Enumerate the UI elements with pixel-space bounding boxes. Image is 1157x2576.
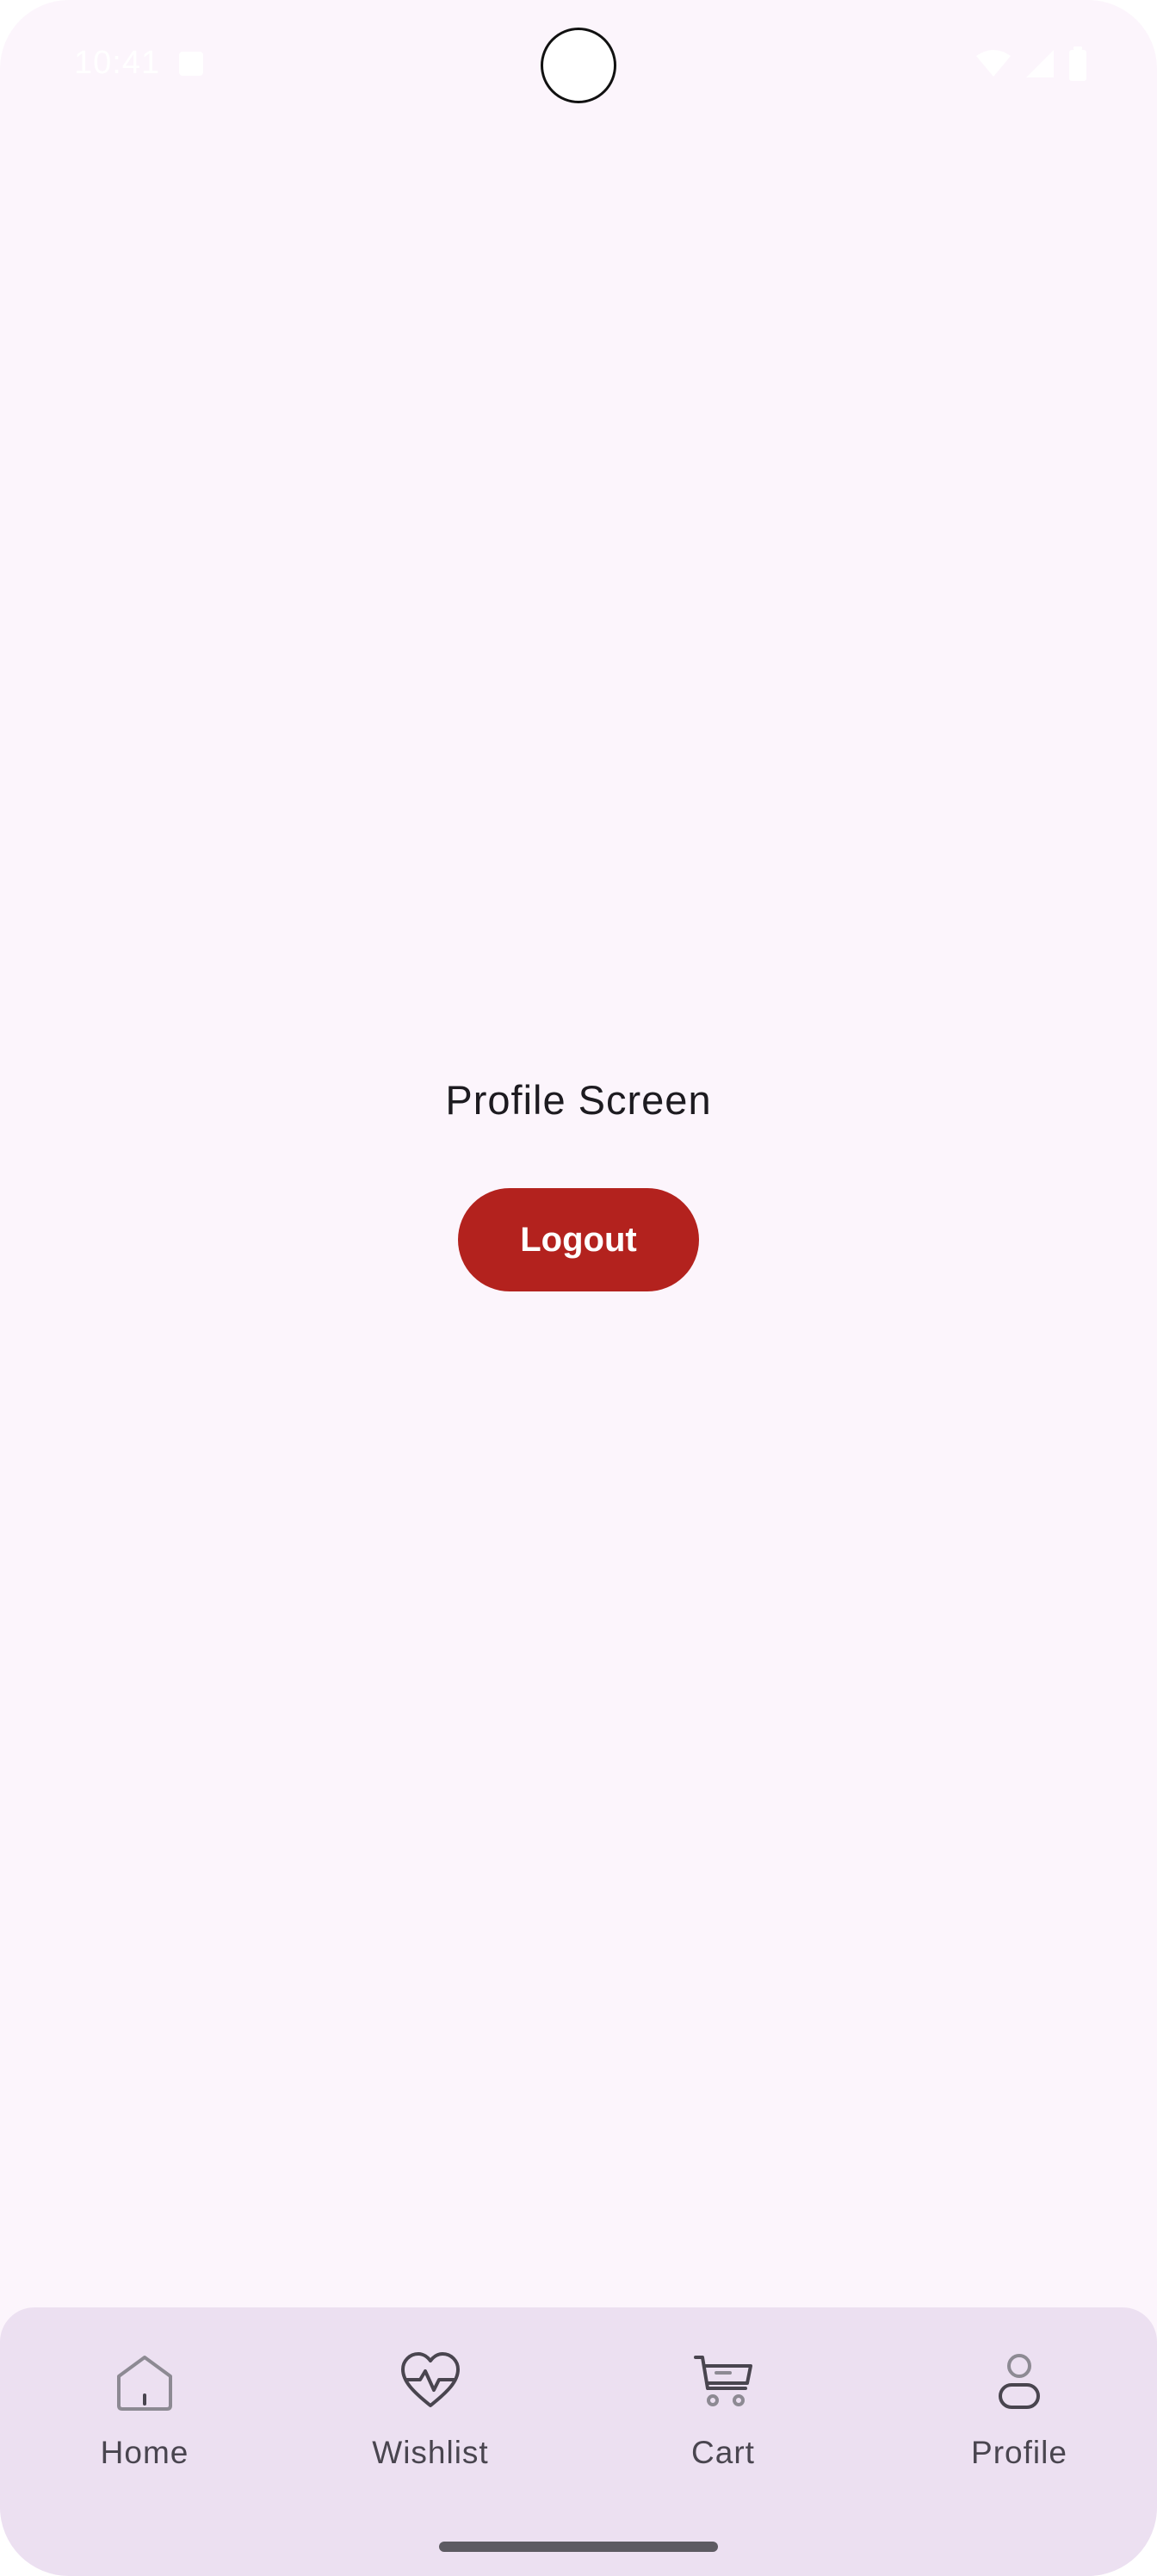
person-icon [988,2350,1050,2412]
nav-label-home: Home [100,2435,189,2470]
wifi-icon [976,50,1011,77]
home-icon [114,2350,176,2412]
logout-button[interactable]: Logout [458,1188,699,1291]
nav-item-home[interactable]: Home [0,2350,289,2497]
page-title: Profile Screen [445,1077,712,1123]
bottom-navigation: Home Wishlist Cart Profile [0,2307,1157,2576]
signal-icon [1026,50,1054,77]
notification-icon [179,52,203,76]
status-icons [974,46,1088,81]
heart-pulse-icon [399,2350,461,2412]
camera-cutout [541,28,616,103]
cart-icon [692,2350,754,2412]
status-bar: 10:41 [0,0,1157,129]
nav-label-profile: Profile [971,2435,1067,2470]
nav-label-wishlist: Wishlist [372,2435,489,2470]
nav-item-cart[interactable]: Cart [578,2350,868,2497]
nav-item-wishlist[interactable]: Wishlist [286,2350,575,2497]
nav-label-cart: Cart [691,2435,755,2470]
battery-icon [1069,46,1086,81]
status-time: 10:41 [74,45,161,81]
home-indicator[interactable] [439,2542,718,2552]
main-content: Profile Screen Logout [0,129,1157,2307]
phone-screen: 10:41 Profile Screen Logout Home Wishlis… [0,0,1157,2576]
nav-item-profile[interactable]: Profile [875,2350,1157,2497]
